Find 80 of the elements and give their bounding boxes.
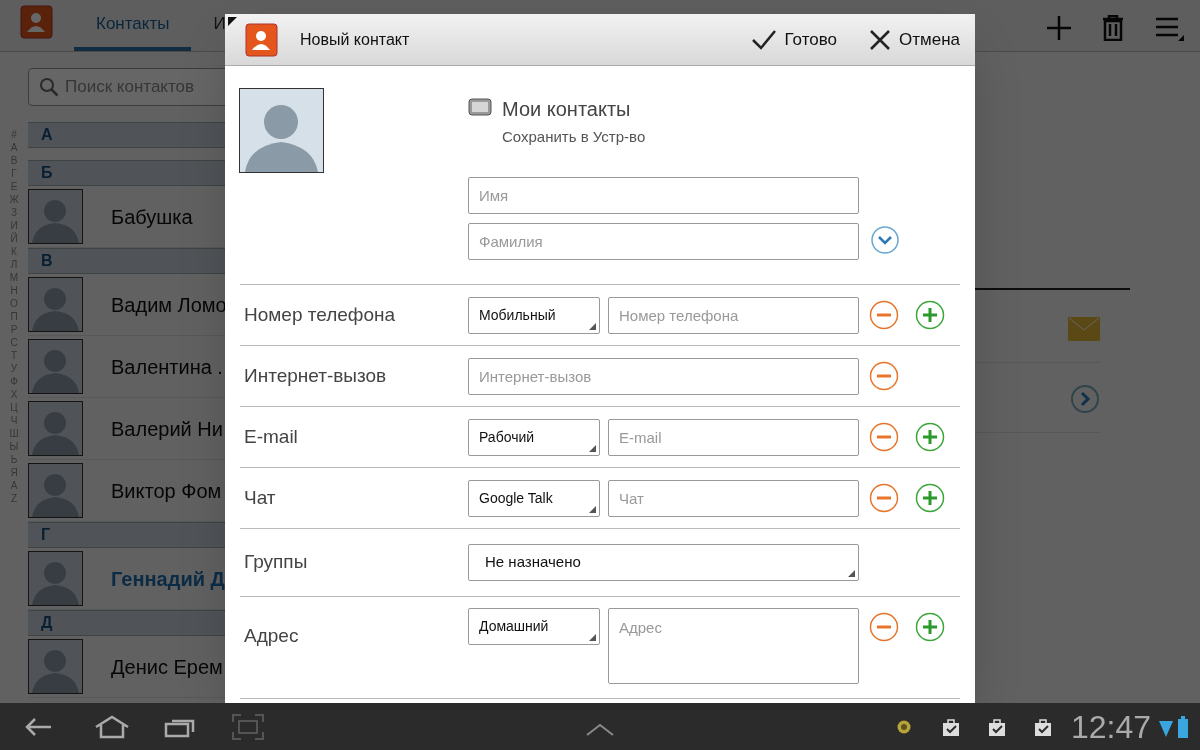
- type-dropdown[interactable]: Рабочий: [468, 418, 600, 456]
- field-label: Номер телефона: [243, 302, 397, 327]
- home-icon[interactable]: [94, 714, 130, 739]
- input-field[interactable]: Интернет-вызов: [468, 357, 859, 395]
- add-icon[interactable]: [915, 483, 945, 513]
- dropdown-corner-icon: [589, 634, 596, 641]
- expand-icon[interactable]: [870, 225, 900, 255]
- shopping-bag-icon[interactable]: [940, 716, 961, 737]
- avatar-placeholder: [28, 277, 83, 332]
- address-field[interactable]: Адрес: [608, 608, 859, 684]
- remove-icon[interactable]: [869, 422, 899, 452]
- index-letter[interactable]: #: [11, 128, 17, 141]
- chevron-circle-icon[interactable]: [1070, 384, 1100, 414]
- section-letter: Г: [41, 525, 51, 545]
- input-field[interactable]: E-mail: [608, 418, 859, 456]
- field-label: Интернет-вызов: [243, 363, 388, 388]
- avatar-placeholder: [28, 639, 83, 694]
- field-label: Чат: [243, 485, 277, 510]
- contact-name[interactable]: Денис Ерем: [111, 651, 223, 682]
- contact-name[interactable]: Валерий Ни: [111, 413, 223, 444]
- caret-up-icon[interactable]: [585, 723, 615, 737]
- avatar-placeholder: [28, 401, 83, 456]
- avatar-placeholder[interactable]: [239, 88, 324, 173]
- account-name: Мои контакты: [502, 97, 632, 122]
- account-subtitle: Сохранить в Устр-во: [502, 127, 646, 147]
- contacts-app-icon[interactable]: [18, 5, 54, 39]
- dialog-title: Новый контакт: [300, 29, 410, 50]
- name-field[interactable]: Фамилия: [468, 223, 859, 260]
- corner-icon: [228, 17, 237, 26]
- type-dropdown[interactable]: Google Talk: [468, 479, 600, 517]
- contact-name[interactable]: Вадим Ломо: [111, 289, 227, 320]
- avatar-placeholder: [28, 463, 83, 518]
- shopping-bag-icon[interactable]: [986, 716, 1007, 737]
- section-letter: Б: [41, 163, 53, 183]
- remove-icon[interactable]: [869, 483, 899, 513]
- cancel-button[interactable]: Отмена: [869, 26, 960, 53]
- remove-icon[interactable]: [869, 300, 899, 330]
- avatar-placeholder: [28, 189, 83, 244]
- battery-icon: [1178, 715, 1188, 738]
- type-dropdown[interactable]: Мобильный: [468, 296, 600, 334]
- dropdown-corner-icon: [589, 505, 596, 513]
- input-field[interactable]: Чат: [608, 479, 859, 517]
- section-letter: В: [41, 251, 53, 271]
- close-icon: [869, 28, 891, 51]
- add-icon[interactable]: [915, 612, 945, 642]
- contact-name[interactable]: Бабушка: [111, 201, 193, 232]
- back-icon[interactable]: [24, 716, 52, 737]
- remove-icon[interactable]: [869, 612, 899, 642]
- dropdown-corner-icon: [589, 444, 596, 452]
- field-label: E-mail: [243, 424, 299, 449]
- menu-icon[interactable]: [1154, 15, 1184, 41]
- avatar-placeholder: [28, 551, 83, 606]
- done-button[interactable]: Готово: [750, 26, 837, 53]
- trash-icon[interactable]: [1102, 15, 1124, 41]
- check-icon: [750, 28, 777, 51]
- add-icon[interactable]: [915, 422, 945, 452]
- tab[interactable]: Контакты: [74, 11, 192, 51]
- add-icon[interactable]: [915, 300, 945, 330]
- contacts-app-icon: [243, 22, 279, 57]
- contact-name[interactable]: Виктор Фом: [111, 475, 222, 506]
- add-icon[interactable]: [1046, 15, 1072, 41]
- shopping-bag-icon[interactable]: [1032, 716, 1053, 737]
- field-label: Адрес: [243, 624, 300, 648]
- remove-icon[interactable]: [869, 361, 899, 391]
- dropdown-corner-icon: [848, 570, 855, 577]
- name-field[interactable]: Имя: [468, 177, 859, 214]
- dropdown-corner-icon: [589, 322, 596, 330]
- contact-name[interactable]: Валентина .: [111, 351, 223, 382]
- device-icon: [468, 98, 492, 116]
- type-dropdown[interactable]: Домашний: [468, 608, 600, 645]
- field-label: Группы: [243, 550, 309, 575]
- screenshot-icon[interactable]: [232, 713, 264, 740]
- coin-icon[interactable]: [896, 719, 911, 734]
- search-icon: [39, 77, 59, 97]
- group-dropdown[interactable]: Не назначено: [468, 544, 859, 581]
- section-letter: А: [41, 125, 53, 145]
- clock-time[interactable]: 12:47: [1070, 710, 1151, 743]
- section-letter: Д: [41, 613, 53, 633]
- input-field[interactable]: Номер телефона: [608, 296, 859, 334]
- avatar-placeholder: [28, 339, 83, 394]
